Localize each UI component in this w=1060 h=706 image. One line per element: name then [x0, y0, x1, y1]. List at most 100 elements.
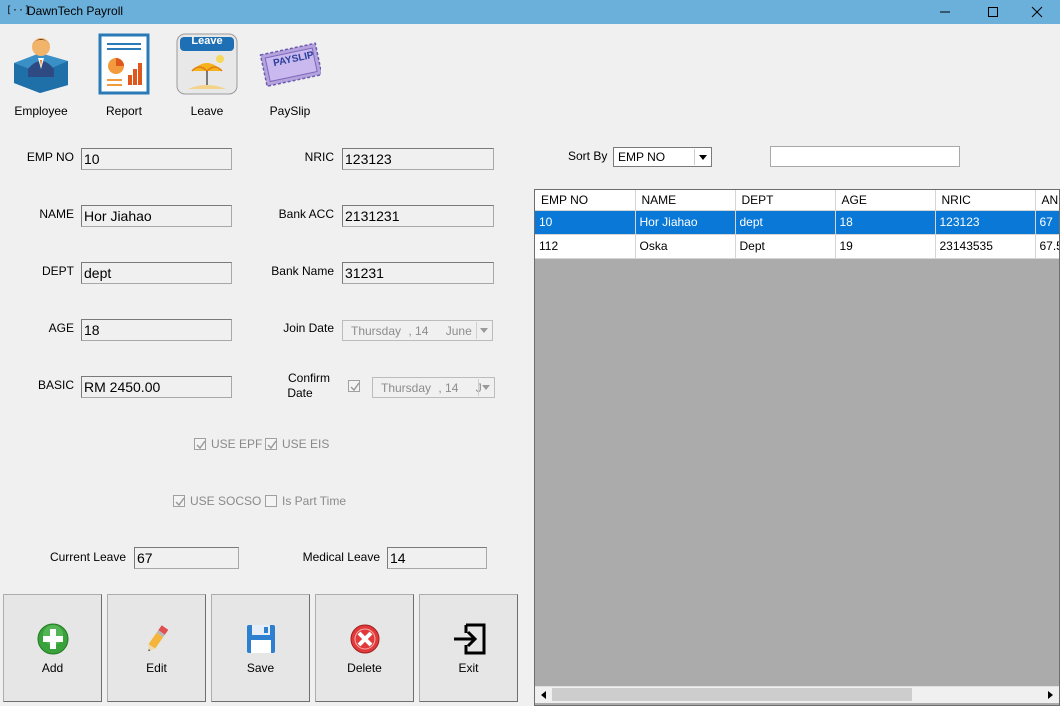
is-part-time-checkbox[interactable]: Is Part Time — [265, 494, 346, 508]
add-label: Add — [41, 661, 64, 675]
use-eis-label: USE EIS — [282, 437, 330, 451]
name-field[interactable]: Hor Jiahao — [81, 205, 232, 227]
employee-tool[interactable]: Employee — [5, 32, 77, 118]
column-header-an[interactable]: AN — [1035, 190, 1059, 211]
confirm-date-check-box — [348, 380, 360, 392]
confirm-date-checkbox[interactable] — [348, 380, 365, 392]
column-header-age[interactable]: AGE — [835, 190, 936, 211]
emp-no-field[interactable]: 10 — [81, 148, 232, 170]
delete-label: Delete — [347, 661, 382, 675]
table-cell[interactable]: 10 — [535, 210, 636, 235]
maximize-button[interactable] — [970, 0, 1016, 24]
save-label: Save — [246, 661, 275, 675]
basic-field[interactable]: RM 2450.00 — [81, 376, 232, 398]
edit-label: Edit — [146, 661, 167, 675]
join-date-label: Join Date — [283, 321, 334, 335]
leave-icon-text: Leave — [191, 35, 223, 47]
join-date-dropdown-button[interactable] — [476, 322, 491, 339]
window-title: DawnTech Payroll — [27, 4, 124, 18]
employee-grid[interactable]: EMP NO NAME DEPT AGE NRIC AN 10 Hor Jiah… — [534, 189, 1060, 706]
delete-button[interactable]: Delete — [315, 594, 414, 702]
edit-button[interactable]: Edit — [107, 594, 206, 702]
use-epf-checkbox[interactable]: USE EPF — [194, 437, 262, 451]
close-icon — [1031, 6, 1043, 18]
dept-field[interactable]: dept — [81, 262, 232, 284]
table-cell[interactable]: 67 — [1035, 210, 1059, 235]
table-cell[interactable]: Dept — [735, 234, 836, 259]
payslip-label: PaySlip — [269, 104, 311, 118]
join-date-num: , 14 — [408, 324, 429, 338]
payslip-icon: PAYSLIP — [259, 32, 321, 96]
scroll-left-button[interactable] — [537, 688, 549, 701]
search-input[interactable] — [770, 146, 960, 167]
delete-icon — [350, 624, 379, 654]
age-label: AGE — [48, 321, 74, 335]
table-cell[interactable]: 112 — [535, 234, 636, 259]
scrollbar-thumb[interactable] — [552, 688, 912, 701]
is-part-time-label: Is Part Time — [282, 494, 347, 508]
check-icon — [175, 497, 185, 507]
age-field[interactable]: 18 — [81, 319, 232, 341]
medical-leave-field[interactable]: 14 — [387, 547, 487, 569]
payslip-tool[interactable]: PAYSLIP PaySlip — [254, 32, 326, 118]
table-cell[interactable]: Hor Jiahao — [635, 210, 736, 235]
nric-label: NRIC — [304, 150, 334, 164]
minimize-button[interactable] — [922, 0, 968, 24]
table-cell[interactable]: 18 — [835, 210, 936, 235]
table-row[interactable]: 112 Oska Dept 19 23143535 67.5 — [535, 234, 1059, 259]
table-cell[interactable]: 19 — [835, 234, 936, 259]
title-bar — [0, 0, 1060, 24]
medical-leave-label: Medical Leave — [302, 550, 380, 564]
save-button[interactable]: Save — [211, 594, 310, 702]
bank-name-field[interactable]: 31231 — [342, 262, 494, 284]
leave-label: Leave — [190, 104, 224, 118]
leave-icon: Leave — [176, 32, 238, 96]
table-cell[interactable]: dept — [735, 210, 836, 235]
use-epf-label: USE EPF — [211, 437, 263, 451]
check-icon — [350, 382, 360, 392]
confirm-date-num: , 14 — [438, 381, 459, 395]
table-cell[interactable]: 23143535 — [935, 234, 1036, 259]
column-header-emp-no[interactable]: EMP NO — [535, 190, 636, 211]
table-cell[interactable]: 123123 — [935, 210, 1036, 235]
close-button[interactable] — [1014, 0, 1060, 24]
table-row[interactable]: 10 Hor Jiahao dept 18 123123 67 — [535, 210, 1059, 235]
minimize-icon — [940, 11, 950, 13]
add-button[interactable]: Add — [3, 594, 102, 702]
current-leave-label: Current Leave — [49, 550, 126, 564]
pencil-icon — [147, 625, 168, 652]
column-header-dept[interactable]: DEPT — [735, 190, 836, 211]
current-leave-field[interactable]: 67 — [134, 547, 239, 569]
scroll-right-button[interactable] — [1044, 688, 1056, 701]
bank-acc-label: Bank ACC — [278, 207, 334, 221]
join-date-day: Thursday — [351, 324, 402, 338]
chevron-right-icon — [1047, 690, 1053, 699]
check-icon — [196, 440, 206, 450]
bank-name-label: Bank Name — [271, 264, 334, 278]
sort-by-dropdown-button[interactable] — [694, 149, 710, 165]
column-header-name[interactable]: NAME — [635, 190, 736, 211]
sort-by-label: Sort By — [568, 149, 608, 163]
table-cell[interactable]: 67.5 — [1035, 234, 1059, 259]
confirm-date-picker[interactable]: Thursday , 14 J — [372, 377, 495, 398]
exit-icon — [453, 623, 485, 655]
maximize-icon — [988, 7, 998, 17]
confirm-date-dropdown-button[interactable] — [478, 379, 493, 396]
confirm-date-label-1: Confirm — [287, 371, 330, 385]
check-icon — [267, 440, 277, 450]
join-date-picker[interactable]: Thursday , 14 June — [342, 320, 493, 341]
nric-field[interactable]: 123123 — [342, 148, 494, 170]
grid-header-row: EMP NO NAME DEPT AGE NRIC AN — [535, 190, 1059, 211]
sort-by-select[interactable]: EMP NO — [613, 147, 712, 167]
employee-icon — [10, 32, 72, 96]
leave-tool[interactable]: Leave Leave — [171, 32, 243, 118]
exit-button[interactable]: Exit — [419, 594, 518, 702]
table-cell[interactable]: Oska — [635, 234, 736, 259]
use-socso-checkbox[interactable]: USE SOCSO — [173, 494, 261, 508]
bank-acc-field[interactable]: 2131231 — [342, 205, 494, 227]
report-label: Report — [105, 104, 143, 118]
use-eis-checkbox[interactable]: USE EIS — [265, 437, 329, 451]
column-header-nric[interactable]: NRIC — [935, 190, 1036, 211]
chevron-down-icon — [482, 385, 490, 390]
report-tool[interactable]: Report — [88, 32, 160, 118]
